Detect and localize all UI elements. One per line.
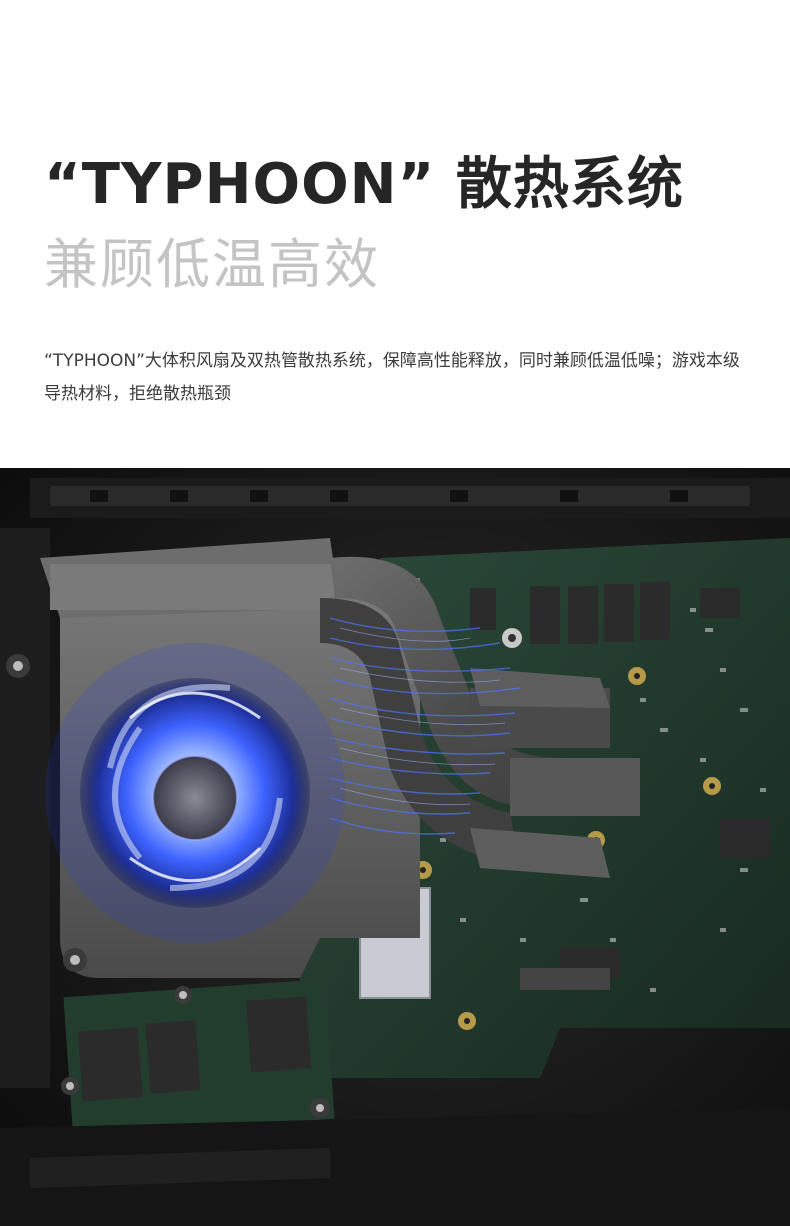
cooling-system-illustration (0, 468, 790, 1226)
intro-section: “TYPHOON” 散热系统 兼顾低温高效 “TYPHOON”大体积风扇及双热管… (0, 0, 790, 470)
headline: “TYPHOON” 散热系统 (44, 152, 684, 217)
subheadline: 兼顾低温高效 (44, 233, 380, 296)
cooling-system-image (0, 468, 790, 1226)
description: “TYPHOON”大体积风扇及双热管散热系统，保障高性能释放，同时兼顾低温低噪；… (44, 351, 740, 404)
